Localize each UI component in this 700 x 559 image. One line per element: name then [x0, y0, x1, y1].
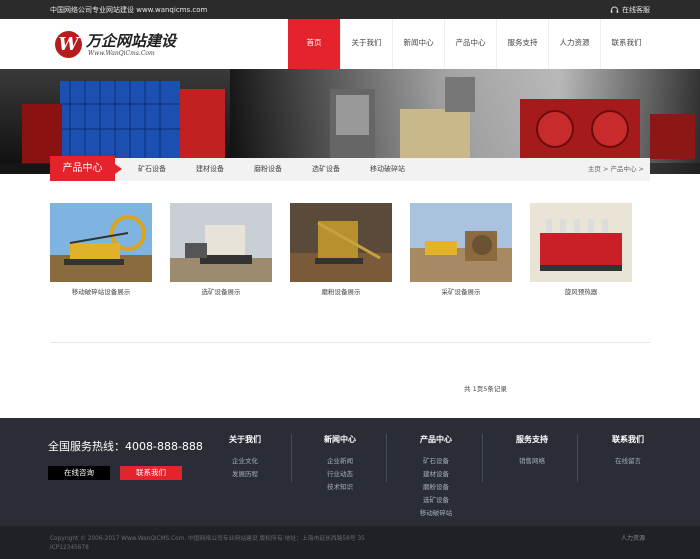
- nav-item-about[interactable]: 关于我们: [340, 19, 392, 69]
- main-nav: 首页 关于我们 新闻中心 产品中心 服务支持 人力资源 联系我们: [288, 19, 652, 69]
- category-mobile-crusher[interactable]: 移动破碎站: [370, 158, 405, 181]
- footer-link[interactable]: 发展历程: [197, 468, 293, 481]
- footer-column-title[interactable]: 新闻中心: [292, 434, 388, 445]
- nav-item-hr[interactable]: 人力资源: [548, 19, 600, 69]
- section-title: 产品中心: [50, 156, 122, 181]
- copyright-bar: Copyright © 2006-2017 Www.WanQiCMS.Com. …: [0, 526, 700, 559]
- nav-item-contact[interactable]: 联系我们: [600, 19, 652, 69]
- footer-link[interactable]: 企业新闻: [292, 455, 388, 468]
- footer-link[interactable]: 技术知识: [292, 481, 388, 494]
- product-image[interactable]: [290, 203, 392, 282]
- product-image[interactable]: [50, 203, 152, 282]
- footer-link[interactable]: 选矿设备: [388, 494, 484, 507]
- footer-link[interactable]: 在线留言: [580, 455, 676, 468]
- footer-link[interactable]: 销售网络: [484, 455, 580, 468]
- footer-divider: [482, 434, 483, 482]
- product-image[interactable]: [170, 203, 272, 282]
- logo-url: Www.WanQiCms.Com: [88, 50, 155, 57]
- footer-divider: [386, 434, 387, 482]
- product-grid: 移动破碎站设备展示 选矿设备展示 磨粉设备展示 采矿设备展示 旋风预热器: [50, 203, 650, 298]
- footer: 全国服务热线：4008-888-888 在线咨询 联系我们 关于我们 企业文化 …: [0, 418, 700, 526]
- category-list: 矿石设备 建材设备 磨粉设备 选矿设备 移动破碎站: [138, 158, 435, 181]
- header: W 万企网站建设 Www.WanQiCms.Com 首页 关于我们 新闻中心 产…: [0, 19, 700, 69]
- product-label[interactable]: 选矿设备展示: [170, 286, 272, 296]
- category-grinding[interactable]: 磨粉设备: [254, 158, 282, 181]
- product-label[interactable]: 采矿设备展示: [410, 286, 512, 296]
- footer-link[interactable]: 矿石设备: [388, 455, 484, 468]
- footer-link[interactable]: 企业文化: [197, 455, 293, 468]
- footer-column-title[interactable]: 关于我们: [197, 434, 293, 445]
- online-consult-button[interactable]: 在线咨询: [48, 466, 110, 480]
- copyright-right-link[interactable]: 人力资源: [621, 533, 645, 542]
- footer-link[interactable]: 移动破碎站: [388, 507, 484, 520]
- footer-column-support: 服务支持 销售网络: [484, 434, 580, 468]
- nav-item-support[interactable]: 服务支持: [496, 19, 548, 69]
- product-card[interactable]: 选矿设备展示: [170, 203, 272, 296]
- product-label[interactable]: 磨粉设备展示: [290, 286, 392, 296]
- product-card[interactable]: 旋风预热器: [530, 203, 632, 296]
- product-card[interactable]: 采矿设备展示: [410, 203, 512, 296]
- content-divider: [50, 342, 650, 343]
- online-service-label: 在线客服: [622, 6, 650, 14]
- footer-link[interactable]: 行业动态: [292, 468, 388, 481]
- footer-link[interactable]: 建材设备: [388, 468, 484, 481]
- product-card[interactable]: 磨粉设备展示: [290, 203, 392, 296]
- footer-column-contact: 联系我们 在线留言: [580, 434, 676, 468]
- icp-number[interactable]: ICP12345678: [50, 545, 89, 551]
- footer-link[interactable]: 磨粉设备: [388, 481, 484, 494]
- category-building[interactable]: 建材设备: [196, 158, 224, 181]
- footer-column-news: 新闻中心 企业新闻 行业动态 技术知识: [292, 434, 388, 494]
- pagination-info: 共 1页5条记录: [464, 385, 507, 393]
- product-image[interactable]: [410, 203, 512, 282]
- nav-item-products[interactable]: 产品中心: [444, 19, 496, 69]
- top-slogan: 中国网络公司专业网站建设 www.wanqicms.com: [50, 6, 208, 14]
- copyright-text: Copyright © 2006-2017 Www.WanQiCMS.Com. …: [50, 536, 365, 542]
- logo-name: 万企网站建设: [86, 32, 177, 50]
- nav-item-news[interactable]: 新闻中心: [392, 19, 444, 69]
- online-service-link[interactable]: 在线客服: [610, 5, 650, 15]
- footer-column-title[interactable]: 产品中心: [388, 434, 484, 445]
- headset-icon: [610, 6, 619, 13]
- product-subnav: 产品中心 矿石设备 建材设备 磨粉设备 选矿设备 移动破碎站 主页 > 产品中心…: [50, 156, 650, 181]
- product-label[interactable]: 旋风预热器: [530, 286, 632, 296]
- contact-us-button[interactable]: 联系我们: [120, 466, 182, 480]
- footer-column-title[interactable]: 联系我们: [580, 434, 676, 445]
- footer-divider: [577, 434, 578, 482]
- product-label[interactable]: 移动破碎站设备展示: [50, 286, 152, 296]
- footer-column-products: 产品中心 矿石设备 建材设备 磨粉设备 选矿设备 移动破碎站: [388, 434, 484, 520]
- logo-mark: W: [55, 31, 82, 58]
- category-beneficiation[interactable]: 选矿设备: [312, 158, 340, 181]
- site-logo[interactable]: W 万企网站建设 Www.WanQiCms.Com: [55, 27, 195, 63]
- product-card[interactable]: 移动破碎站设备展示: [50, 203, 152, 296]
- footer-column-title[interactable]: 服务支持: [484, 434, 580, 445]
- product-image[interactable]: [530, 203, 632, 282]
- nav-item-home[interactable]: 首页: [288, 19, 340, 69]
- top-bar: 中国网络公司专业网站建设 www.wanqicms.com 在线客服: [0, 0, 700, 19]
- category-ore[interactable]: 矿石设备: [138, 158, 166, 181]
- service-hotline: 全国服务热线：4008-888-888: [48, 440, 203, 453]
- footer-column-about: 关于我们 企业文化 发展历程: [197, 434, 293, 481]
- breadcrumb[interactable]: 主页 > 产品中心 >: [588, 158, 644, 181]
